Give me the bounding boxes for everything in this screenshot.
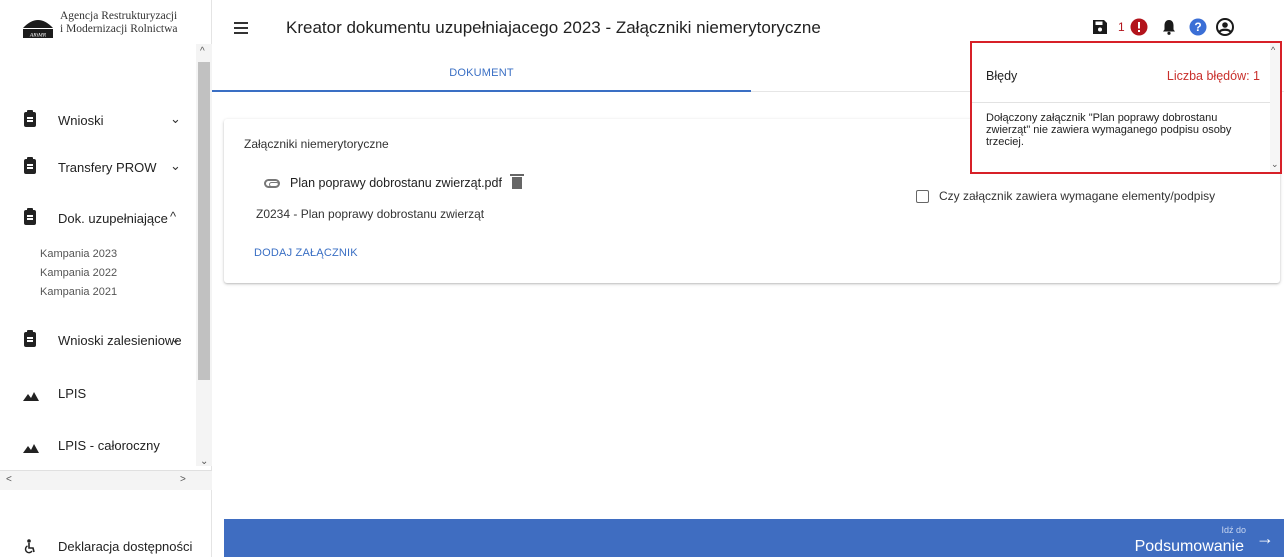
sidebar-item-wnioski-zalesieniowe[interactable]: Wnioski zalesieniowe ⌄ xyxy=(0,325,196,355)
errors-title: Błędy xyxy=(986,69,1018,83)
add-attachment-button[interactable]: DODAJ ZAŁĄCZNIK xyxy=(254,247,358,259)
paperclip-icon xyxy=(264,178,280,188)
sidebar-item-wnioski[interactable]: Wnioski ⌄ xyxy=(0,105,196,135)
sidebar-item-dok-uzupelniajace[interactable]: Dok. uzupełniające ^ xyxy=(0,203,196,233)
svg-text:?: ? xyxy=(1194,20,1201,34)
sidebar-item-transfery-prow[interactable]: Transfery PROW ⌄ xyxy=(0,152,196,182)
required-elements-checkbox[interactable] xyxy=(916,189,929,203)
sidebar-item-deklaracja-dostepnosci[interactable]: Deklaracja dostępności xyxy=(0,531,196,557)
bell-icon[interactable] xyxy=(1162,19,1176,40)
error-count: 1 xyxy=(1118,20,1125,34)
card-title: Załączniki niemerytoryczne xyxy=(244,137,389,151)
sidebar-scroll-thumb[interactable] xyxy=(198,62,210,380)
attachment-file-link[interactable]: Plan poprawy dobrostanu zwierząt.pdf xyxy=(290,176,502,190)
trash-icon[interactable] xyxy=(509,174,524,189)
required-elements-checkbox-row[interactable]: Czy załącznik zawiera wymagane elementy/… xyxy=(916,189,1215,203)
next-label: Podsumowanie xyxy=(1134,538,1244,555)
arimr-logo-icon: ARiMR xyxy=(22,10,54,40)
scroll-left-icon[interactable]: < xyxy=(6,475,12,485)
scroll-up-icon[interactable]: ^ xyxy=(1271,45,1275,55)
sidebar-horizontal-scrollbar[interactable]: < > xyxy=(0,470,212,490)
scroll-down-icon[interactable]: ⌄ xyxy=(1271,159,1279,169)
clipboard-icon xyxy=(24,208,38,226)
checkbox-label: Czy załącznik zawiera wymagane elementy/… xyxy=(939,189,1216,203)
chevron-down-icon: ⌄ xyxy=(170,331,181,346)
attachment-row: Plan poprawy dobrostanu zwierząt.pdf xyxy=(264,174,524,190)
svg-text:ARiMR: ARiMR xyxy=(29,33,47,39)
sidebar-item-lpis[interactable]: LPIS xyxy=(0,378,196,408)
sidebar-item-lpis-caloroczny[interactable]: LPIS - całoroczny xyxy=(0,430,196,460)
errors-header: Błędy Liczba błędów: 1 xyxy=(972,43,1272,103)
scroll-down-icon[interactable]: ⌄ xyxy=(200,457,208,467)
clipboard-icon xyxy=(24,110,38,128)
chevron-down-icon: ⌄ xyxy=(170,111,181,126)
clipboard-icon xyxy=(24,157,38,175)
sidebar-subitem-kampania-2023[interactable]: Kampania 2023 xyxy=(40,248,117,260)
app-logo[interactable]: ARiMR Agencja Restrukturyzacji i Moderni… xyxy=(22,10,178,40)
sidebar: ARiMR Agencja Restrukturyzacji i Moderni… xyxy=(0,0,212,557)
go-to-summary-button[interactable]: Idź do Podsumowanie → xyxy=(1114,519,1284,557)
help-icon[interactable]: ? xyxy=(1189,18,1207,41)
chevron-down-icon: ⌄ xyxy=(170,158,181,173)
attachment-code: Z0234 - Plan poprawy dobrostanu zwierząt xyxy=(256,207,485,221)
mountain-icon xyxy=(23,385,39,401)
tab-dokument[interactable]: DOKUMENT xyxy=(212,58,751,92)
footer-bar: Idź do Podsumowanie → xyxy=(224,519,1284,557)
hamburger-menu-icon[interactable] xyxy=(234,22,248,34)
logo-line2: i Modernizacji Rolnictwa xyxy=(60,23,178,35)
account-icon[interactable] xyxy=(1216,18,1234,41)
scroll-right-icon[interactable]: > xyxy=(180,475,186,485)
accessibility-icon xyxy=(24,539,38,555)
next-caption: Idź do xyxy=(1221,525,1246,535)
logo-line1: Agencja Restrukturyzacji xyxy=(60,10,178,22)
sidebar-subitem-kampania-2022[interactable]: Kampania 2022 xyxy=(40,267,117,279)
errors-panel: Błędy Liczba błędów: 1 Dołączony załączn… xyxy=(970,41,1282,174)
scroll-up-icon[interactable]: ^ xyxy=(200,47,205,57)
clipboard-icon xyxy=(24,330,38,348)
error-message[interactable]: Dołączony załącznik "Plan poprawy dobros… xyxy=(986,112,1256,148)
arrow-right-icon: → xyxy=(1256,528,1274,548)
errors-count: Liczba błędów: 1 xyxy=(1166,69,1260,83)
save-icon[interactable] xyxy=(1092,19,1108,40)
chevron-up-icon: ^ xyxy=(170,209,177,224)
sidebar-subitem-kampania-2021[interactable]: Kampania 2021 xyxy=(40,286,117,298)
errors-scrollbar[interactable]: ^ ⌄ xyxy=(1270,43,1280,172)
page-title: Kreator dokumentu uzupełniajacego 2023 -… xyxy=(286,18,821,37)
error-icon[interactable] xyxy=(1130,18,1148,41)
mountain-icon xyxy=(23,437,39,453)
